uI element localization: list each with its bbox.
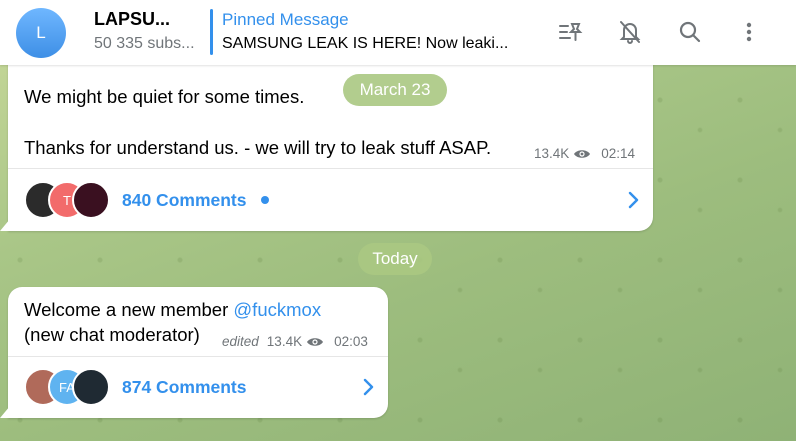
date-divider: March 23 bbox=[343, 74, 447, 106]
unread-dot bbox=[260, 196, 269, 204]
pinned-indicator-bar bbox=[210, 9, 213, 55]
message-time: 02:03 bbox=[334, 334, 368, 349]
edited-label: edited bbox=[222, 334, 259, 349]
eye-icon bbox=[306, 336, 324, 348]
message-text-line: Welcome a new member @fuckmox bbox=[24, 299, 321, 321]
pinned-message-title[interactable]: Pinned Message bbox=[222, 10, 349, 30]
comments-label[interactable]: 840 Comments bbox=[122, 190, 247, 211]
pinned-message-text[interactable]: SAMSUNG LEAK IS HERE! Now leaki... bbox=[222, 35, 508, 53]
message-text-line: We might be quiet for some times. bbox=[24, 86, 305, 107]
message-meta: 13.4K 02:14 bbox=[534, 146, 635, 161]
chat-header: L LAPSU... 50 335 subs... Pinned Message… bbox=[0, 0, 796, 65]
comments-label[interactable]: 874 Comments bbox=[122, 377, 247, 398]
chevron-right-icon[interactable] bbox=[623, 190, 643, 210]
mute-button[interactable] bbox=[614, 16, 646, 48]
search-button[interactable] bbox=[674, 16, 706, 48]
view-count: 13.4K bbox=[266, 334, 303, 349]
eye-icon bbox=[573, 148, 591, 160]
date-divider: Today bbox=[358, 243, 432, 275]
bell-muted-icon bbox=[619, 21, 641, 44]
comments-button[interactable]: FA 874 Comments bbox=[24, 368, 247, 406]
message-text-line: (new chat moderator) bbox=[24, 324, 200, 345]
pinned-list-button[interactable] bbox=[554, 16, 586, 48]
channel-post: We might be quiet for some times. Thanks… bbox=[0, 40, 653, 231]
channel-subscribers: 50 335 subs... bbox=[94, 35, 195, 52]
channel-avatar[interactable]: L bbox=[16, 8, 66, 58]
comments-divider bbox=[8, 356, 388, 357]
channel-title[interactable]: LAPSU... bbox=[94, 9, 170, 30]
channel-post: Welcome a new member @fuckmox (new chat … bbox=[0, 287, 388, 418]
message-text-line: Thanks for understand us. - we will try … bbox=[24, 137, 492, 158]
view-count: 13.4K bbox=[534, 146, 570, 161]
more-vertical-icon bbox=[746, 22, 752, 42]
search-icon bbox=[679, 21, 701, 43]
chevron-right-icon[interactable] bbox=[358, 377, 378, 397]
mention-link[interactable]: @fuckmox bbox=[233, 299, 321, 320]
message-text: Welcome a new member bbox=[24, 299, 234, 320]
pinned-list-icon bbox=[559, 23, 583, 41]
more-options-button[interactable] bbox=[733, 16, 765, 48]
commenter-avatar bbox=[72, 181, 110, 219]
message-meta: edited 13.4K 02:03 bbox=[222, 334, 368, 349]
commenter-avatar bbox=[72, 368, 110, 406]
comments-divider bbox=[8, 168, 653, 169]
message-time: 02:14 bbox=[601, 146, 636, 161]
comments-button[interactable]: T 840 Comments bbox=[24, 181, 269, 219]
